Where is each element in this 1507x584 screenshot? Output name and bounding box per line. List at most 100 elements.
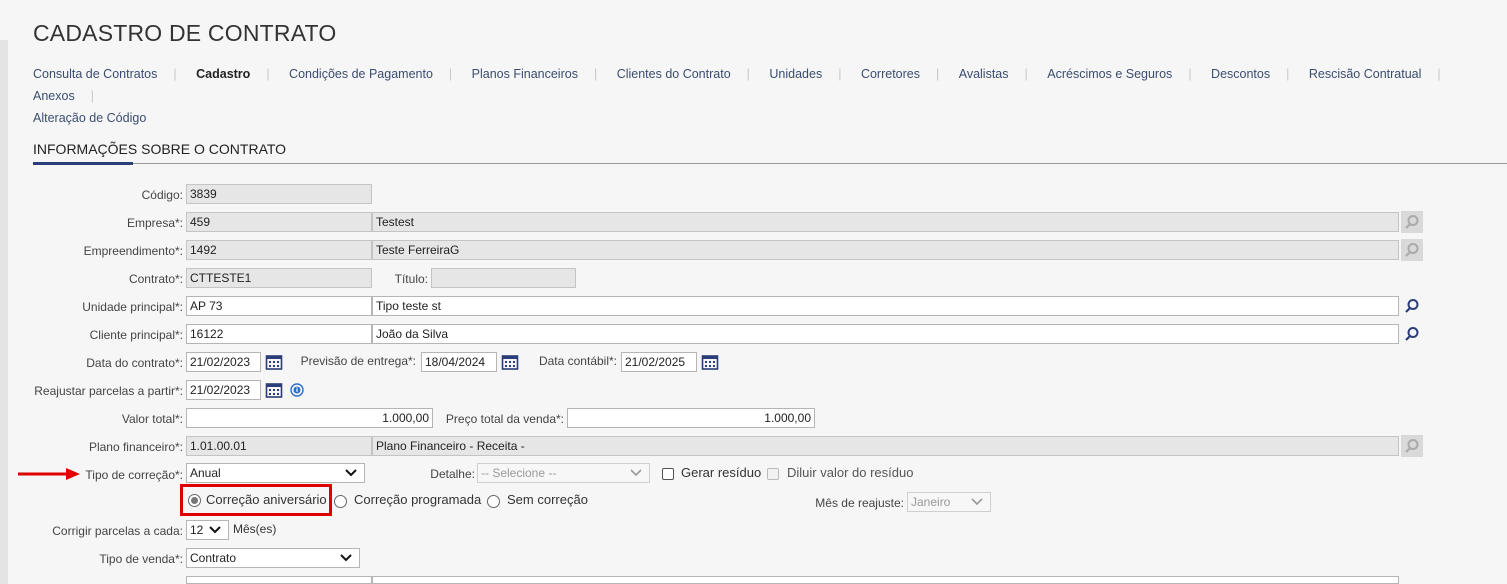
plano-financeiro-code-field: 1.01.00.01	[186, 436, 372, 456]
plano-financeiro-label: Plano financeiro*:	[88, 440, 183, 454]
corrigir-parcelas-label: Corrigir parcelas a cada:	[52, 524, 183, 538]
radio-correcao-aniversario-label: Correção aniversário	[206, 492, 327, 507]
gerar-residuo-checkbox[interactable]	[662, 468, 674, 480]
titulo-field	[431, 268, 576, 288]
diluir-residuo-checkbox[interactable]	[767, 468, 779, 480]
tab-separator: |	[448, 67, 453, 81]
radio-sem-correcao[interactable]	[487, 495, 500, 508]
empresa-search-button[interactable]	[1401, 211, 1423, 233]
data-contrato-label: Data do contrato*:	[86, 356, 183, 370]
tab-unidades[interactable]: Unidades	[769, 63, 822, 85]
corrigir-parcelas-unit: Mês(es)	[233, 522, 277, 536]
valor-total-label: Valor total*:	[121, 412, 183, 426]
cliente-name-input[interactable]: João da Silva	[372, 324, 1399, 344]
mes-reajuste-value: Janeiro	[911, 495, 951, 509]
empreendimento-label: Empreendimento*:	[83, 244, 183, 258]
tab-separator: |	[1286, 67, 1290, 81]
mes-reajuste-select[interactable]: Janeiro	[907, 492, 991, 512]
chevron-down-icon	[345, 469, 357, 477]
tab-condicoes-pagamento[interactable]: Condições de Pagamento	[289, 63, 433, 85]
tipo-correcao-select[interactable]: Anual	[186, 463, 365, 483]
calendar-icon[interactable]	[265, 353, 283, 371]
contrato-label: Contrato*:	[128, 272, 183, 286]
tab-separator: |	[838, 67, 842, 81]
search-icon	[1405, 243, 1419, 257]
tab-avalistas[interactable]: Avalistas	[959, 63, 1009, 85]
tab-separator: |	[935, 67, 940, 81]
cliente-code-input[interactable]: 16122	[186, 324, 372, 344]
tab-separator: |	[173, 67, 177, 81]
cliente-label: Cliente principal*:	[89, 328, 183, 342]
radio-sem-correcao-label: Sem correção	[507, 492, 588, 507]
radio-correcao-programada-label: Correção programada	[354, 492, 482, 507]
next-row-name-input[interactable]	[372, 576, 1399, 584]
preco-total-label: Preço total da venda*:	[445, 412, 564, 426]
tab-bar: Consulta de Contratos | Cadastro | Condiçõ…	[33, 63, 1473, 129]
tab-planos-financeiros[interactable]: Planos Financeiros	[472, 63, 578, 85]
radio-correcao-programada[interactable]	[334, 495, 347, 508]
empreendimento-search-button[interactable]	[1401, 239, 1423, 261]
valor-total-input[interactable]: 1.000,00	[186, 408, 433, 428]
radio-correcao-aniversario[interactable]	[188, 494, 201, 507]
tab-descontos[interactable]: Descontos	[1211, 63, 1270, 85]
calendar-icon[interactable]	[265, 381, 283, 399]
tab-separator: |	[1188, 67, 1192, 81]
empreendimento-name-field: Teste FerreiraG	[372, 240, 1399, 260]
tab-separator: |	[266, 67, 270, 81]
cliente-search-button[interactable]	[1401, 323, 1423, 345]
chevron-down-icon	[209, 526, 221, 534]
chevron-down-icon	[971, 498, 983, 506]
tab-acrescimos-seguros[interactable]: Acréscimos e Seguros	[1047, 63, 1172, 85]
chevron-down-icon	[340, 554, 352, 562]
detalhe-select[interactable]: -- Selecione --	[477, 463, 650, 483]
chevron-down-icon	[630, 469, 642, 477]
tipo-venda-label: Tipo de venda*:	[99, 552, 183, 566]
codigo-field: 3839	[186, 184, 372, 204]
data-contabil-input[interactable]: 21/02/2025	[621, 352, 697, 372]
empresa-label: Empresa*:	[126, 216, 183, 230]
data-contrato-input[interactable]: 21/02/2023	[186, 352, 261, 372]
section-underline-accent	[33, 162, 133, 165]
tab-separator: |	[593, 67, 598, 81]
detalhe-value: -- Selecione --	[481, 466, 557, 480]
corrigir-parcelas-select[interactable]: 12	[186, 520, 229, 540]
empresa-code-field: 459	[186, 212, 372, 232]
tab-rescisao-contratual[interactable]: Rescisão Contratual	[1309, 63, 1422, 85]
previsao-entrega-input[interactable]: 18/04/2024	[421, 352, 497, 372]
tipo-venda-select[interactable]: Contrato	[186, 548, 360, 568]
plano-financeiro-name-field: Plano Financeiro - Receita -	[372, 436, 1399, 456]
tipo-venda-value: Contrato	[190, 551, 237, 565]
search-icon	[1405, 327, 1419, 341]
tab-clientes-contrato[interactable]: Clientes do Contrato	[617, 63, 731, 85]
left-edge-bar	[0, 40, 8, 584]
calendar-icon[interactable]	[501, 353, 519, 371]
unidade-search-button[interactable]	[1401, 295, 1423, 317]
diluir-residuo-label: Diluir valor do resíduo	[787, 465, 914, 480]
titulo-label: Título:	[394, 272, 428, 286]
info-icon[interactable]	[290, 383, 304, 397]
codigo-label: Código:	[141, 188, 183, 202]
unidade-label: Unidade principal*:	[82, 300, 183, 314]
calendar-icon[interactable]	[701, 353, 719, 371]
search-icon	[1405, 439, 1419, 453]
page-title: CADASTRO DE CONTRATO	[33, 20, 337, 46]
reajustar-label: Reajustar parcelas a partir*:	[34, 384, 183, 398]
unidade-code-input[interactable]: AP 73	[186, 296, 372, 316]
detalhe-label: Detalhe:	[430, 467, 475, 481]
plano-financeiro-search-button[interactable]	[1401, 435, 1423, 457]
search-icon	[1405, 215, 1419, 229]
search-icon	[1405, 299, 1419, 313]
tab-separator: |	[1024, 67, 1028, 81]
tab-separator: |	[746, 67, 750, 81]
tab-alteracao-codigo[interactable]: Alteração de Código	[33, 107, 146, 129]
preco-total-input[interactable]: 1.000,00	[567, 408, 815, 428]
tab-consulta-contratos[interactable]: Consulta de Contratos	[33, 63, 157, 85]
next-row-code-input[interactable]	[186, 576, 372, 584]
mes-reajuste-label: Mês de reajuste:	[815, 496, 904, 510]
data-contabil-label: Data contábil*:	[538, 354, 617, 368]
reajustar-input[interactable]: 21/02/2023	[186, 380, 261, 400]
tab-cadastro[interactable]: Cadastro	[196, 63, 250, 85]
unidade-name-input[interactable]: Tipo teste st	[372, 296, 1399, 316]
tab-corretores[interactable]: Corretores	[861, 63, 920, 85]
tab-anexos[interactable]: Anexos	[33, 85, 75, 107]
